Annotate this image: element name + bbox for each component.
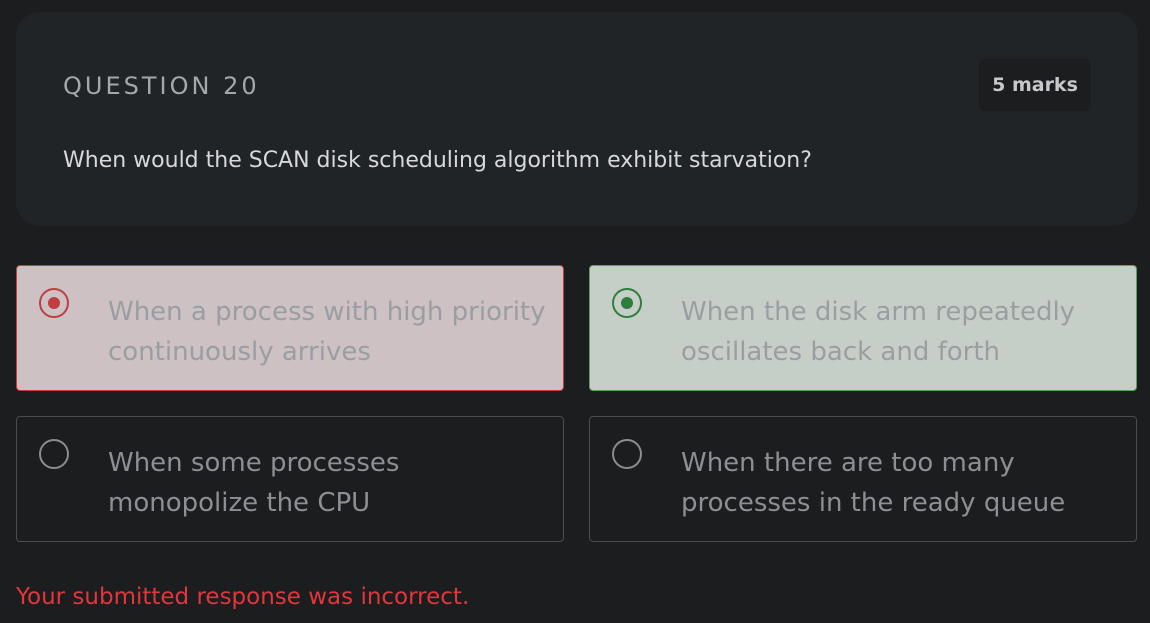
answer-option-text: When the disk arm repeatedly oscillates … (681, 297, 1076, 367)
answer-option-1[interactable]: When a process with high priority contin… (16, 265, 564, 391)
quiz-page: QUESTION 20 5 marks When would the SCAN … (0, 0, 1150, 623)
radio-unselected-icon[interactable] (39, 439, 69, 469)
radio-correct-icon[interactable] (612, 288, 642, 318)
answer-option-2[interactable]: When the disk arm repeatedly oscillates … (589, 265, 1137, 391)
question-text: When would the SCAN disk scheduling algo… (63, 148, 812, 173)
feedback-message: Your submitted response was incorrect. (16, 584, 470, 610)
answer-option-3[interactable]: When some processes monopolize the CPU (16, 416, 564, 542)
radio-selected-incorrect-icon[interactable] (39, 288, 69, 318)
marks-badge: 5 marks (979, 59, 1091, 111)
radio-unselected-icon[interactable] (612, 439, 642, 469)
answer-option-text: When a process with high priority contin… (108, 297, 546, 367)
question-card: QUESTION 20 5 marks When would the SCAN … (16, 12, 1138, 226)
answer-option-text: When there are too many processes in the… (681, 448, 1066, 518)
question-number: QUESTION 20 (63, 72, 260, 100)
answer-option-text: When some processes monopolize the CPU (108, 448, 400, 518)
answer-option-4[interactable]: When there are too many processes in the… (589, 416, 1137, 542)
